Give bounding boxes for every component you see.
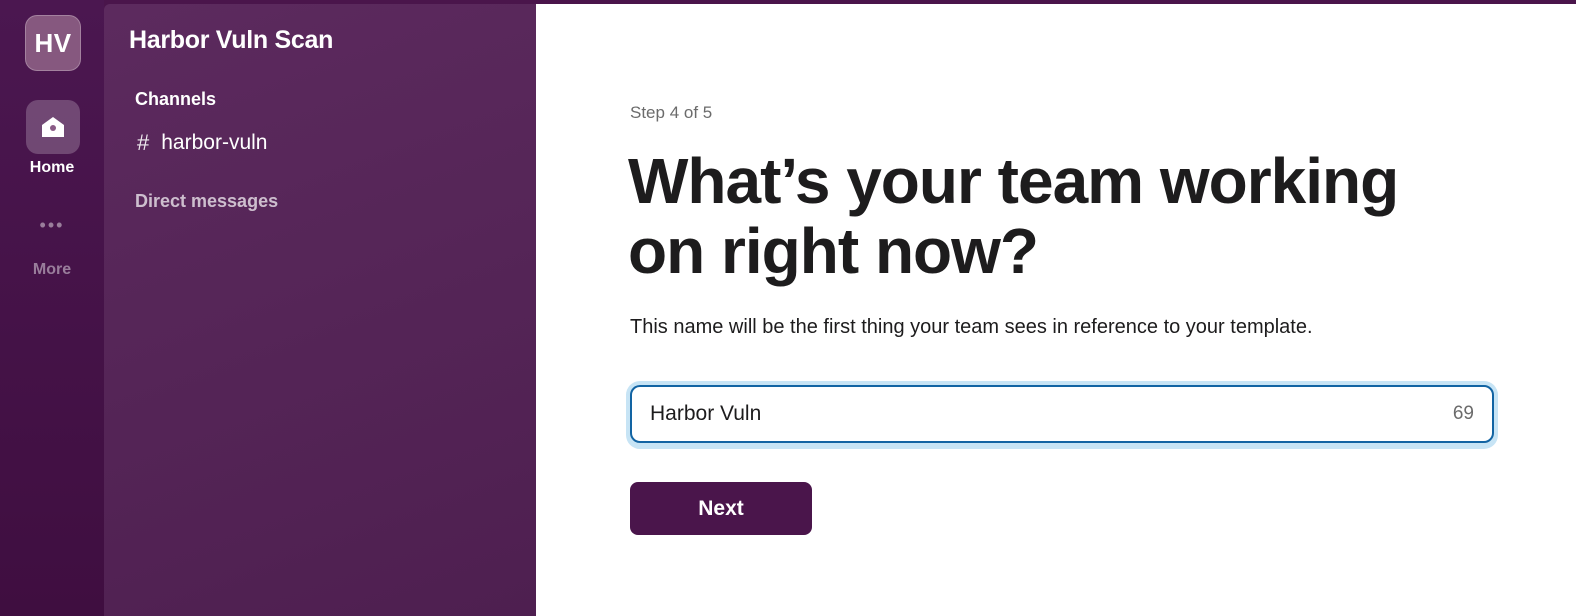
home-label: Home bbox=[29, 159, 75, 176]
channels-section-title[interactable]: Channels bbox=[135, 89, 216, 110]
home-button[interactable] bbox=[26, 100, 80, 154]
project-name-field-focus-ring: 69 bbox=[626, 381, 1498, 449]
more-label[interactable]: More bbox=[0, 261, 104, 279]
ellipsis-icon[interactable]: ••• bbox=[0, 216, 104, 234]
step-indicator: Step 4 of 5 bbox=[630, 103, 713, 122]
project-name-input[interactable] bbox=[650, 402, 1453, 426]
workspace-rail: HV Home ••• More bbox=[0, 0, 104, 616]
workspace-name[interactable]: Harbor Vuln Scan bbox=[129, 26, 333, 55]
sidebar-item-harbor-vuln[interactable]: # harbor-vuln bbox=[137, 128, 267, 158]
direct-messages-section-title[interactable]: Direct messages bbox=[135, 191, 278, 212]
description-text: This name will be the first thing your t… bbox=[630, 316, 1313, 338]
workspace-avatar[interactable]: HV bbox=[25, 15, 81, 71]
project-name-field[interactable]: 69 bbox=[630, 385, 1494, 443]
hash-icon: # bbox=[137, 130, 150, 155]
house-icon bbox=[42, 117, 64, 137]
sidebar: Harbor Vuln Scan Channels # harbor-vuln … bbox=[104, 4, 536, 616]
next-button[interactable]: Next bbox=[630, 482, 812, 535]
app-window: HV Home ••• More Harbor Vuln Scan Channe… bbox=[0, 0, 1576, 616]
page-title-line-2: on right now? bbox=[628, 215, 1039, 287]
page-title: What’s your team working on right now? bbox=[628, 146, 1528, 286]
main-panel: Step 4 of 5 What’s your team working on … bbox=[536, 4, 1576, 616]
channel-name: harbor-vuln bbox=[161, 131, 268, 154]
character-counter: 69 bbox=[1452, 403, 1474, 424]
page-title-line-1: What’s your team working bbox=[628, 145, 1399, 217]
